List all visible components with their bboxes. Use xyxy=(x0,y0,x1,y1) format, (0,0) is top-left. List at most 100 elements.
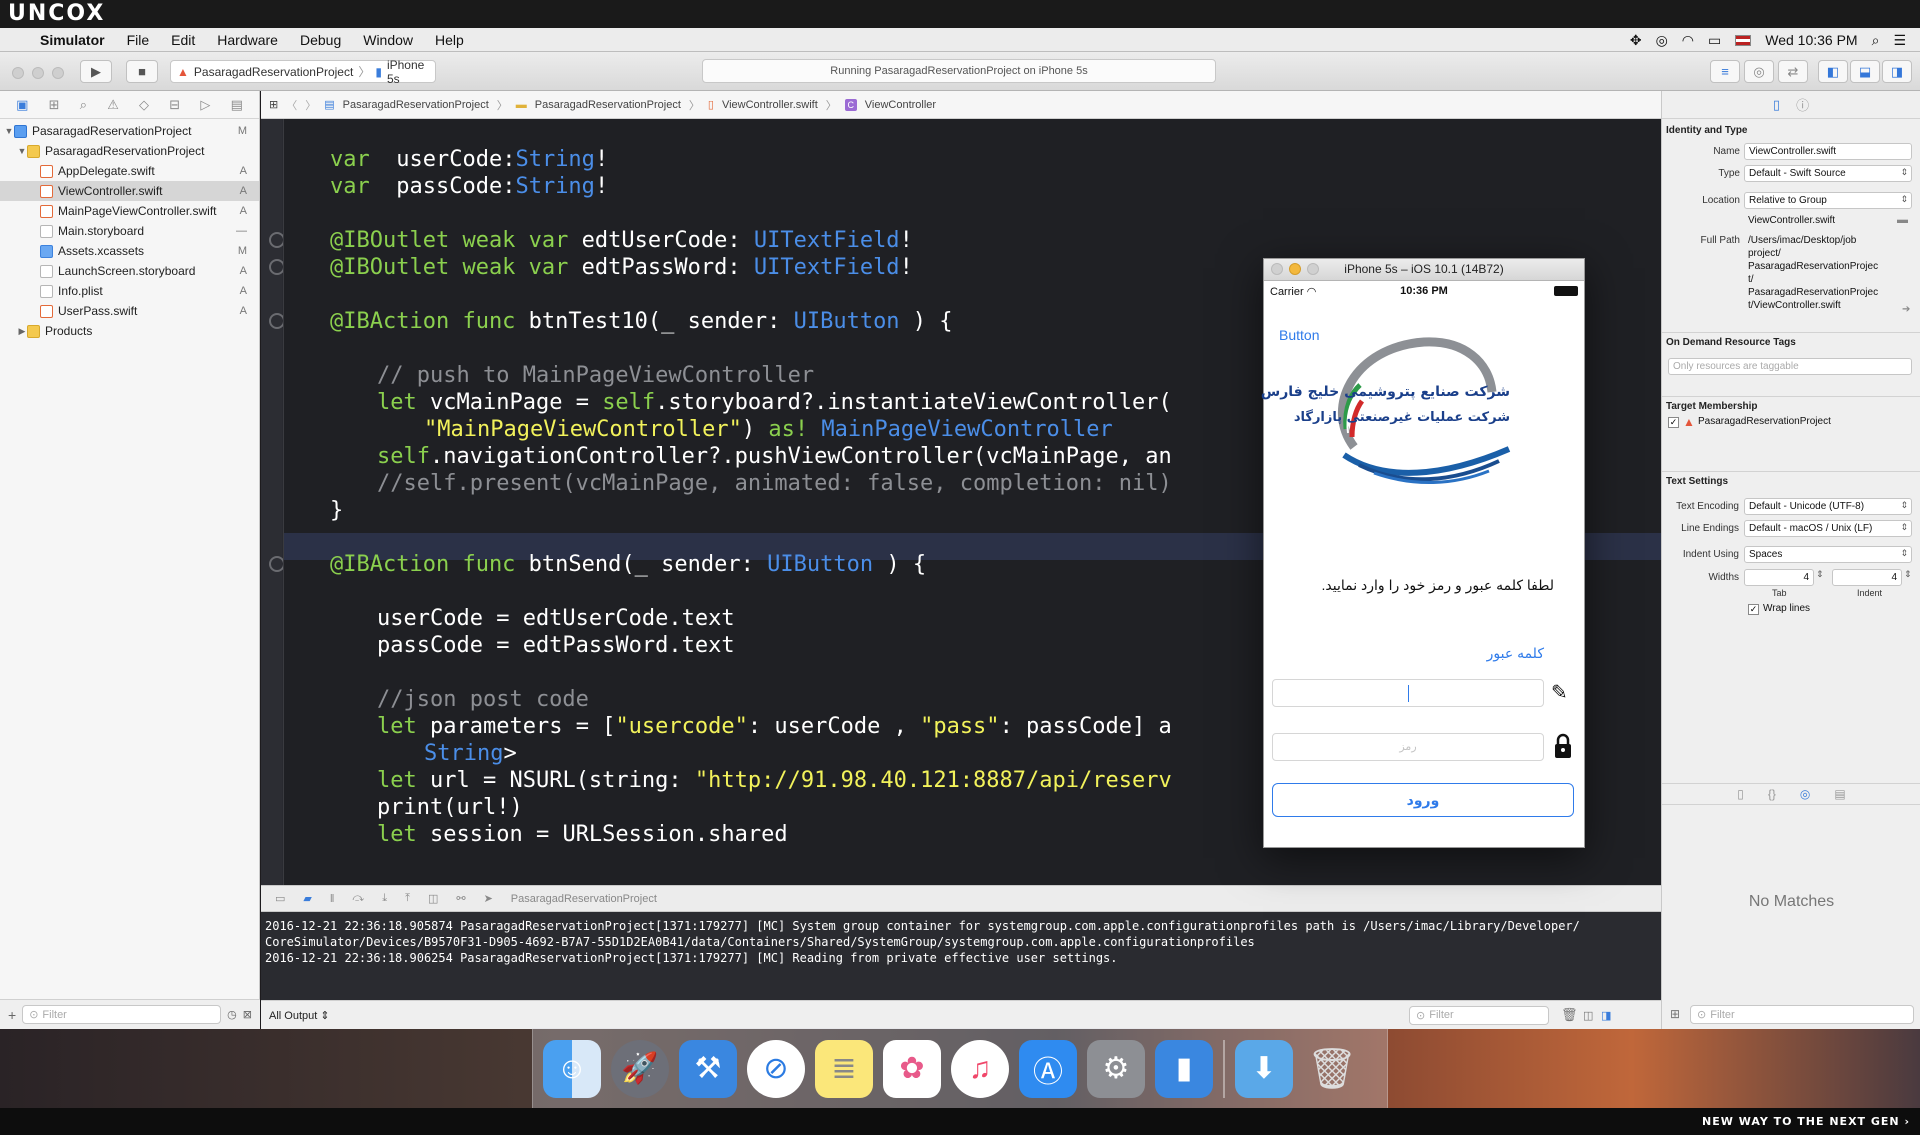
menu-debug[interactable]: Debug xyxy=(289,32,352,48)
login-button[interactable]: ورود xyxy=(1272,783,1574,817)
code-line[interactable]: let url = NSURL(string: "http://91.98.40… xyxy=(377,767,1172,794)
file-tree-item[interactable]: Assets.xcassets M xyxy=(0,241,259,261)
simulator-icon[interactable]: ▮ xyxy=(1155,1039,1213,1098)
encoding-select[interactable]: Default - Unicode (UTF-8) xyxy=(1744,498,1912,515)
notification-icon[interactable]: ☰ xyxy=(1893,32,1906,49)
toggle-inspector-button[interactable]: ◨ xyxy=(1882,60,1912,83)
output-selector[interactable]: All Output ⇕ xyxy=(269,1009,330,1022)
navigator-filter-input[interactable]: ⊙ Filter xyxy=(22,1005,222,1024)
debug-console[interactable]: 2016-12-21 22:36:18.905874 PasaragadRese… xyxy=(261,912,1661,1000)
move-icon[interactable]: ✥ xyxy=(1630,32,1642,49)
code-line[interactable]: passCode = edtPassWord.text xyxy=(377,632,735,659)
tab-width-stepper[interactable]: ⇕ xyxy=(1816,569,1824,580)
xcode-icon[interactable]: ⚒ xyxy=(679,1039,737,1098)
type-select[interactable]: Default - Swift Source xyxy=(1744,165,1912,182)
toggle-debug-button[interactable]: ⬓ xyxy=(1850,60,1880,83)
itunes-icon[interactable]: ♫ xyxy=(951,1039,1009,1098)
recent-icon[interactable]: ◷ xyxy=(227,1008,237,1021)
odr-tags-field[interactable]: Only resources are taggable xyxy=(1668,358,1912,375)
toggle-navigator-button[interactable]: ◧ xyxy=(1818,60,1848,83)
code-line[interactable]: var passCode:String! xyxy=(330,173,608,200)
assistant-editor-button[interactable]: ◎ xyxy=(1744,60,1774,83)
file-tree-item[interactable]: Main.storyboard — xyxy=(0,221,259,241)
back-icon[interactable]: 〈 xyxy=(286,97,297,113)
folder-icon[interactable]: ▬ xyxy=(1897,214,1908,226)
code-line[interactable]: @IBAction func btnTest10(_ sender: UIBut… xyxy=(330,308,953,335)
trash-icon[interactable]: 🗑 xyxy=(1561,1007,1578,1023)
menu-file[interactable]: File xyxy=(116,32,161,48)
sync-icon[interactable]: ◎ xyxy=(1656,32,1668,49)
menu-app[interactable]: Simulator xyxy=(29,32,116,48)
file-tree-item[interactable]: MainPageViewController.swift A xyxy=(0,201,259,221)
code-line[interactable]: @IBAction func btnSend(_ sender: UIButto… xyxy=(330,551,926,578)
code-line[interactable]: self.navigationController?.pushViewContr… xyxy=(377,443,1172,470)
wifi-icon[interactable]: ◠ xyxy=(1682,32,1694,49)
editor-gutter[interactable] xyxy=(261,119,285,885)
code-line[interactable]: var userCode:String! xyxy=(330,146,608,173)
report-icon[interactable]: ▤ xyxy=(231,97,243,113)
file-tree-item[interactable]: ViewController.swift A xyxy=(0,181,259,201)
jump-project[interactable]: PasaragadReservationProject xyxy=(343,99,489,111)
breakpoint-icon[interactable]: ▷ xyxy=(200,97,210,113)
breakpoints-toggle-icon[interactable]: ▰ xyxy=(303,892,311,905)
display-icon[interactable]: ▭ xyxy=(1708,32,1721,49)
file-tree-item[interactable]: AppDelegate.swift A xyxy=(0,161,259,181)
menu-hardware[interactable]: Hardware xyxy=(206,32,289,48)
code-snippet-icon[interactable]: {} xyxy=(1768,787,1776,801)
downloads-folder-icon[interactable]: ⬇ xyxy=(1235,1039,1293,1098)
grid-icon[interactable]: ⊞ xyxy=(1670,1007,1680,1021)
step-over-icon[interactable]: ⤼ xyxy=(352,892,364,905)
standard-editor-button[interactable]: ≡ xyxy=(1710,60,1740,83)
menu-help[interactable]: Help xyxy=(424,32,475,48)
disclosure-icon[interactable]: ▼ xyxy=(4,126,14,136)
media-library-icon[interactable]: ▤ xyxy=(1834,787,1845,801)
code-line[interactable]: print(url!) xyxy=(377,794,523,821)
location-select[interactable]: Relative to Group xyxy=(1744,192,1912,209)
window-close-button[interactable] xyxy=(12,67,24,79)
tab-width-field[interactable]: 4 xyxy=(1744,569,1814,586)
menu-window[interactable]: Window xyxy=(352,32,424,48)
menu-edit[interactable]: Edit xyxy=(160,32,206,48)
menu-clock[interactable]: Wed 10:36 PM xyxy=(1765,32,1857,48)
file-tree-item[interactable]: LaunchScreen.storyboard A xyxy=(0,261,259,281)
view-debug-icon[interactable]: ◫ xyxy=(428,892,438,905)
jump-file[interactable]: ViewController.swift xyxy=(722,99,818,111)
spotlight-icon[interactable]: ⌕ xyxy=(1872,32,1880,49)
finder-icon[interactable]: ☺ xyxy=(543,1039,601,1098)
code-line[interactable]: } xyxy=(330,497,343,524)
forward-icon[interactable]: 〉 xyxy=(305,97,316,113)
code-line[interactable]: @IBOutlet weak var edtUserCode: UITextFi… xyxy=(330,227,913,254)
indent-width-stepper[interactable]: ⇕ xyxy=(1904,569,1912,580)
code-line[interactable]: @IBOutlet weak var edtPassWord: UITextFi… xyxy=(330,254,913,281)
system-preferences-icon[interactable]: ⚙ xyxy=(1087,1039,1145,1098)
file-template-icon[interactable]: ▯ xyxy=(1737,787,1744,801)
file-tree-item[interactable]: Info.plist A xyxy=(0,281,259,301)
launchpad-icon[interactable]: 🚀 xyxy=(611,1039,669,1098)
step-out-icon[interactable]: ⤒ xyxy=(405,892,410,905)
memory-graph-icon[interactable]: ⚯ xyxy=(456,892,465,905)
scheme-selector[interactable]: ▲ PasaragadReservationProject 〉 ▮ iPhone… xyxy=(170,58,436,86)
sim-zoom-button[interactable] xyxy=(1307,263,1319,275)
password-link[interactable]: کلمه عبور xyxy=(1487,645,1544,662)
disclosure-icon[interactable]: ▶ xyxy=(17,326,27,337)
step-in-icon[interactable]: ⤓ xyxy=(382,892,387,905)
wrap-lines-checkbox[interactable]: ✓ xyxy=(1748,604,1759,615)
code-line[interactable]: userCode = edtUserCode.text xyxy=(377,605,735,632)
search-icon[interactable]: ⌕ xyxy=(80,97,87,113)
window-minimize-button[interactable] xyxy=(32,67,44,79)
safari-icon[interactable]: ⊘ xyxy=(747,1039,805,1098)
window-zoom-button[interactable] xyxy=(52,67,64,79)
trash-icon[interactable]: 🗑 xyxy=(1303,1040,1361,1098)
file-tree-item[interactable]: ▼ PasaragadReservationProject xyxy=(0,141,259,161)
location-icon[interactable]: ➤ xyxy=(484,892,493,905)
code-line[interactable]: String> xyxy=(424,740,517,767)
flag-icon[interactable] xyxy=(1735,34,1752,46)
simulator-titlebar[interactable]: iPhone 5s – iOS 10.1 (14B72) xyxy=(1264,259,1584,281)
ios-button[interactable]: Button xyxy=(1279,327,1319,343)
related-items-icon[interactable]: ⊞ xyxy=(269,98,278,111)
app-store-icon[interactable]: Ⓐ xyxy=(1019,1039,1077,1098)
file-icon[interactable]: ▯ xyxy=(1773,97,1780,113)
split-left-icon[interactable]: ◫ xyxy=(1583,1009,1593,1022)
target-checkbox[interactable]: ✓ xyxy=(1668,417,1679,428)
jump-symbol[interactable]: ViewController xyxy=(865,99,936,111)
